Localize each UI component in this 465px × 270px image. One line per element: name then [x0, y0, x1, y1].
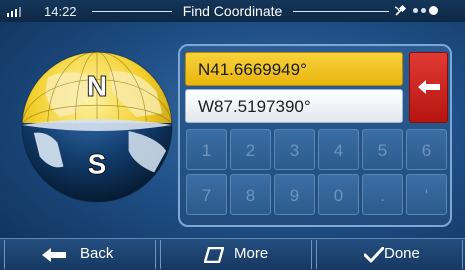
battery-dots-icon [413, 6, 438, 15]
key-decimal[interactable]: . [362, 174, 403, 215]
key-8[interactable]: 8 [230, 174, 271, 215]
backspace-button[interactable] [409, 52, 448, 123]
key-1[interactable]: 1 [186, 129, 227, 170]
done-button[interactable]: Done [316, 240, 463, 269]
north-label: N [87, 70, 107, 101]
arrow-left-icon [42, 248, 66, 262]
key-3[interactable]: 3 [274, 129, 315, 170]
latitude-field[interactable]: N41.6669949° [185, 52, 403, 86]
key-9[interactable]: 9 [274, 174, 315, 215]
satellite-gps-icon [394, 4, 407, 16]
status-divider [293, 11, 389, 12]
more-label: More [234, 245, 269, 262]
more-options-icon [204, 247, 224, 263]
status-bar: 14:22 Find Coordinate [0, 0, 465, 22]
key-6[interactable]: 6 [406, 129, 447, 170]
back-button[interactable]: Back [4, 240, 156, 269]
key-7[interactable]: 7 [186, 174, 227, 215]
done-label: Done [384, 245, 420, 262]
south-label: S [88, 148, 106, 179]
checkmark-icon [364, 247, 384, 263]
key-apostrophe[interactable]: ' [406, 174, 447, 215]
arrow-left-icon [418, 80, 440, 94]
key-2[interactable]: 2 [230, 129, 271, 170]
hemisphere-globe[interactable]: N S [18, 48, 176, 206]
more-button[interactable]: More [160, 240, 312, 269]
back-label: Back [80, 245, 114, 262]
key-4[interactable]: 4 [318, 129, 359, 170]
key-0[interactable]: 0 [318, 174, 359, 215]
key-5[interactable]: 5 [362, 129, 403, 170]
longitude-field[interactable]: W87.5197390° [185, 89, 403, 123]
